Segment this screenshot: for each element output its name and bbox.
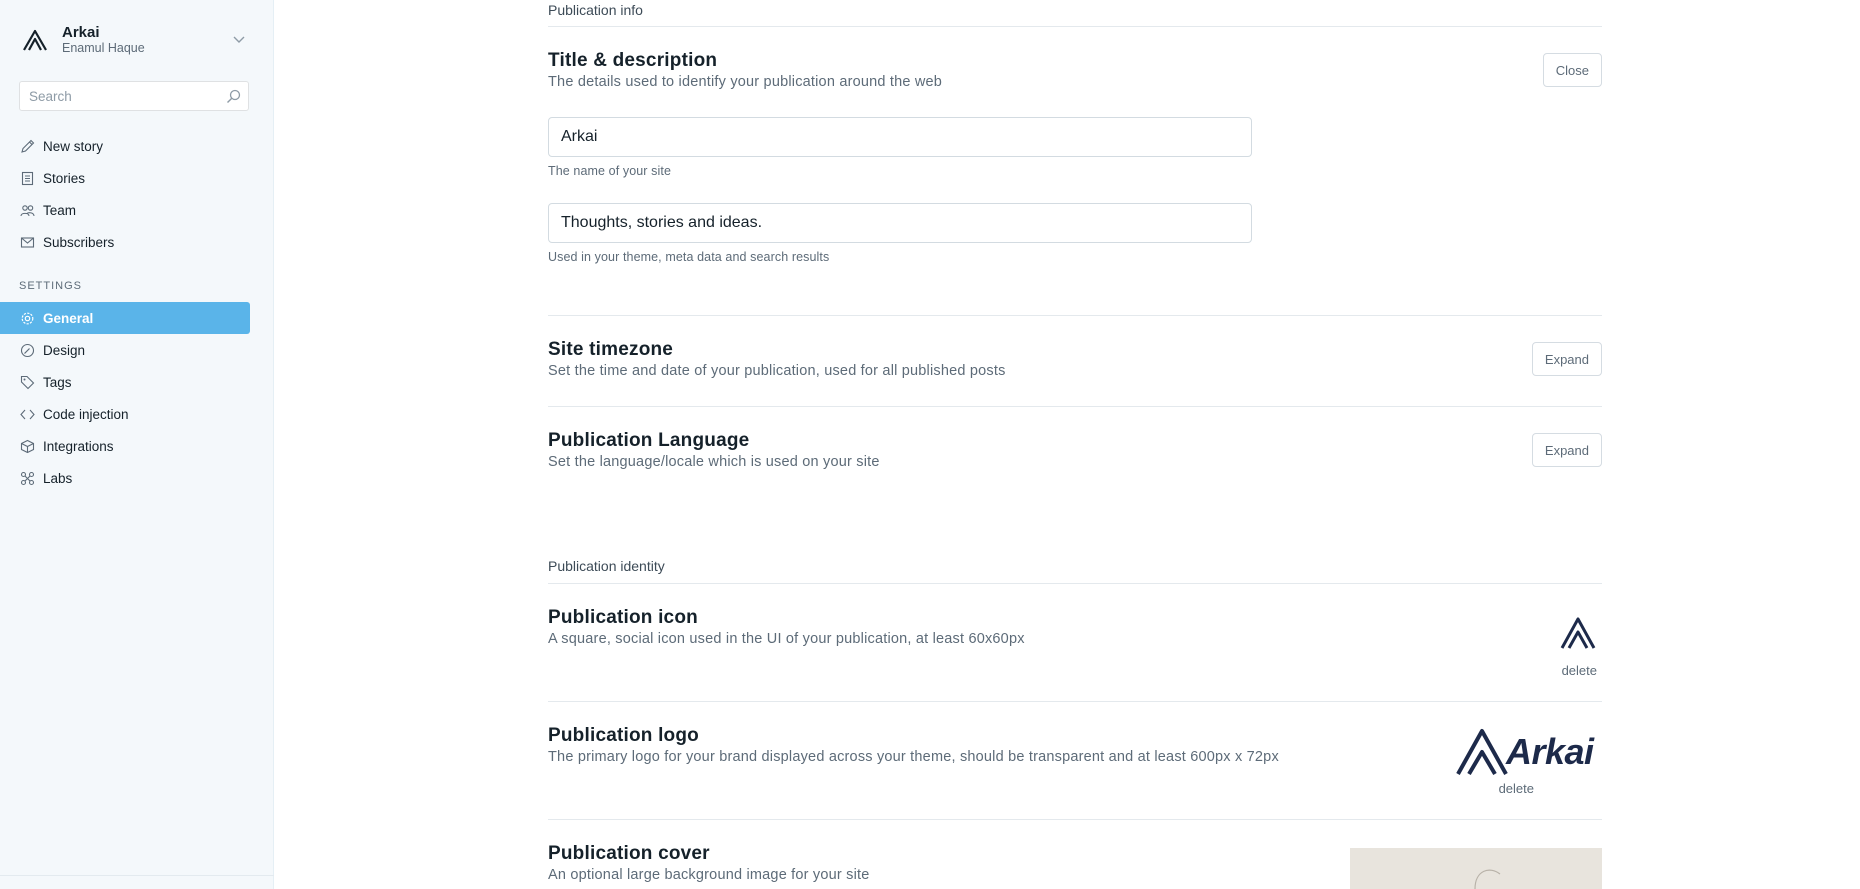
user-name: Enamul Haque [62,41,145,56]
nav-item-code-injection[interactable]: Code injection [0,398,274,430]
publication-logo-image[interactable]: Arkai [1456,728,1602,776]
site-switcher[interactable]: Arkai Enamul Haque [20,22,252,58]
chevron-down-icon [233,36,245,43]
palette-icon [19,342,35,358]
divider [548,819,1602,820]
main-nav: New story Stories Team Subscribers [0,130,274,258]
timezone-expand-button[interactable]: Expand [1531,342,1602,376]
nav-item-integrations[interactable]: Integrations [0,430,274,462]
box-icon [19,438,35,454]
site-description-field [548,203,1252,243]
language-desc: Set the language/locale which is used on… [548,454,880,470]
language-title: Publication Language [548,430,750,451]
delete-icon-link[interactable]: delete [1562,663,1597,678]
nav-label: Tags [43,374,72,390]
site-title-hint: The name of your site [548,164,671,178]
delete-logo-link[interactable]: delete [1499,781,1534,796]
tag-icon [19,374,35,390]
nav-item-subscribers[interactable]: Subscribers [0,226,274,258]
gear-icon [19,310,35,326]
publication-cover-image[interactable] [1350,848,1602,889]
settings-heading: SETTINGS [19,280,83,292]
site-title-input[interactable] [549,118,1251,156]
search-box [19,81,249,111]
nav-item-design[interactable]: Design [0,334,274,366]
mail-icon [19,234,35,250]
publication-logo-title: Publication logo [548,725,699,746]
nav-label: Subscribers [43,234,115,250]
site-name: Arkai [62,24,100,42]
nav-label: Code injection [43,406,129,422]
code-icon [19,406,35,422]
team-icon [19,202,35,218]
nav-item-tags[interactable]: Tags [0,366,274,398]
timezone-title: Site timezone [548,339,674,360]
site-description-hint: Used in your theme, meta data and search… [548,250,830,264]
publication-icon-title: Publication icon [548,607,698,628]
document-icon [19,170,35,186]
site-title-field [548,117,1252,157]
labs-icon [19,470,35,486]
logo-text: Arkai [1506,731,1594,772]
nav-label: Team [43,202,77,218]
nav-label: Labs [43,470,73,486]
divider [548,583,1602,584]
publication-identity-heading: Publication identity [548,558,665,574]
nav-label: Design [43,342,86,358]
divider [548,701,1602,702]
title-description-title: Title & description [548,50,718,71]
nav-item-new-story[interactable]: New story [0,130,274,162]
arkai-logo-mark-icon [1456,729,1508,776]
settings-main: Publication info Title & description The… [548,0,1602,889]
close-button[interactable]: Close [1542,53,1602,87]
nav-item-labs[interactable]: Labs [0,462,274,494]
language-expand-button[interactable]: Expand [1531,433,1602,467]
divider [548,26,1602,27]
publication-info-heading: Publication info [548,2,643,18]
title-description-desc: The details used to identify your public… [548,74,943,90]
site-description-input[interactable] [549,204,1251,242]
publication-icon-desc: A square, social icon used in the UI of … [548,631,1025,647]
arkai-logo-icon [20,25,50,55]
publication-icon-image[interactable] [1560,617,1596,649]
nav-label: General [43,310,94,326]
search-input[interactable] [20,82,216,110]
publication-logo-desc: The primary logo for your brand displaye… [548,749,1279,765]
nav-label: Integrations [43,438,114,454]
divider [548,315,1602,316]
nav-item-team[interactable]: Team [0,194,274,226]
timezone-desc: Set the time and date of your publicatio… [548,363,1006,379]
divider [548,406,1602,407]
publication-cover-desc: An optional large background image for y… [548,867,870,883]
nav-label: New story [43,138,104,154]
sidebar: Arkai Enamul Haque New story Stories Tea… [0,0,274,889]
settings-nav: General Design Tags Code injection Integ… [0,302,274,494]
nav-item-stories[interactable]: Stories [0,162,274,194]
publication-cover-title: Publication cover [548,843,710,864]
nav-label: Stories [43,170,86,186]
pencil-icon [19,138,35,154]
search-icon[interactable] [226,89,241,104]
nav-item-general[interactable]: General [0,302,250,334]
sidebar-footer [0,875,274,889]
